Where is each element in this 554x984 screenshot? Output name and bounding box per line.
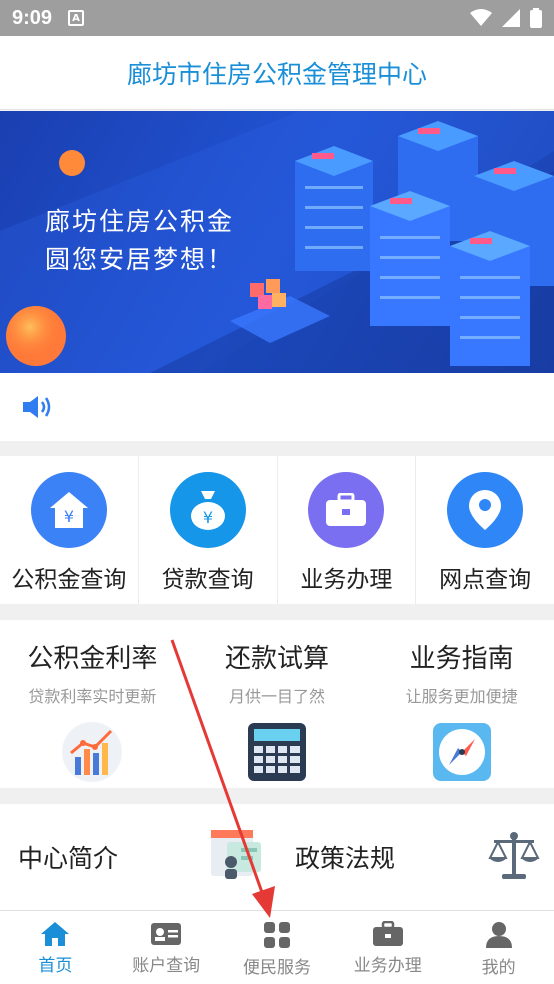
house-yen-icon: ¥ <box>30 472 107 548</box>
home-icon <box>41 922 70 946</box>
quick-label: 贷款查询 <box>161 567 254 593</box>
bottom-tab-bar: 首页 账户查询 便民服务 业务办理 我的 <box>0 910 554 984</box>
info-cards: 中心简介 政策法规 <box>0 804 554 910</box>
feature-rate[interactable]: 公积金利率 贷款利率实时更新 <box>0 620 185 788</box>
feature-repay-calc[interactable]: 还款试算 月供一目了然 <box>185 620 370 788</box>
status-bar: 9:09 A <box>0 0 554 36</box>
briefcase-icon <box>372 921 403 946</box>
chart-icon <box>62 722 123 782</box>
feature-cards: 公积金利率 贷款利率实时更新 还款试算 月供一目了然 业务指南 让服务更加便捷 <box>0 620 554 788</box>
info-title: 中心简介 <box>18 844 119 873</box>
tab-label: 便民服务 <box>242 958 311 978</box>
quick-business[interactable]: 业务办理 <box>278 456 417 604</box>
quick-loan-query[interactable]: ¥ 贷款查询 <box>139 456 278 604</box>
svg-text:¥: ¥ <box>64 507 74 526</box>
tab-mine[interactable]: 我的 <box>443 911 554 984</box>
compass-icon <box>432 723 491 781</box>
signal-icon <box>502 9 520 27</box>
quick-label: 公积金查询 <box>11 567 127 593</box>
tab-label: 账户查询 <box>132 956 201 976</box>
feature-subtitle: 贷款利率实时更新 <box>28 687 157 706</box>
tab-home[interactable]: 首页 <box>0 911 111 984</box>
info-title: 政策法规 <box>295 844 396 873</box>
feature-title: 公积金利率 <box>27 644 158 674</box>
quick-branch-query[interactable]: 网点查询 <box>416 456 554 604</box>
location-pin-icon <box>447 472 524 548</box>
notification-a-icon: A <box>68 10 85 26</box>
tab-business[interactable]: 业务办理 <box>332 911 443 984</box>
tab-convenience[interactable]: 便民服务 <box>222 911 333 984</box>
wifi-icon <box>470 9 492 26</box>
tab-label: 我的 <box>481 958 516 978</box>
calculator-icon <box>248 723 306 781</box>
svg-text:¥: ¥ <box>203 508 213 527</box>
briefcase-icon <box>308 472 385 548</box>
account-card-icon <box>151 923 182 945</box>
grid-icon <box>263 922 290 948</box>
feature-title: 还款试算 <box>225 644 330 674</box>
banner-slogan: 廊坊住房公积金 圆您安居梦想！ <box>45 203 234 279</box>
tab-account-query[interactable]: 账户查询 <box>111 911 222 984</box>
person-icon <box>485 922 512 948</box>
banner-line-2: 圆您安居梦想！ <box>45 245 235 274</box>
info-policies[interactable]: 政策法规 <box>277 804 554 910</box>
speaker-icon <box>23 396 51 418</box>
feature-title: 业务指南 <box>409 644 514 674</box>
notice-bar[interactable] <box>0 373 554 441</box>
tab-label: 首页 <box>38 956 73 976</box>
feature-subtitle: 让服务更加便捷 <box>405 687 518 706</box>
page-title: 廊坊市住房公积金管理中心 <box>126 59 427 89</box>
status-time: 9:09 <box>12 6 53 29</box>
quick-label: 业务办理 <box>300 567 393 593</box>
quick-actions: ¥ 公积金查询 ¥ 贷款查询 业务办理 网点查询 <box>0 456 554 604</box>
quick-label: 网点查询 <box>439 567 532 593</box>
info-center-intro[interactable]: 中心简介 <box>0 804 277 910</box>
feature-guide[interactable]: 业务指南 让服务更加便捷 <box>369 620 554 788</box>
banner[interactable]: 廊坊住房公积金 圆您安居梦想！ <box>0 111 554 373</box>
status-icons <box>470 8 542 28</box>
scales-icon <box>488 832 540 879</box>
app-header: 廊坊市住房公积金管理中心 <box>0 36 554 110</box>
tab-label: 业务办理 <box>353 956 422 976</box>
feature-subtitle: 月供一目了然 <box>229 687 326 706</box>
banner-line-1: 廊坊住房公积金 <box>45 207 235 236</box>
id-card-icon <box>211 830 261 879</box>
quick-fund-query[interactable]: ¥ 公积金查询 <box>0 456 139 604</box>
money-bag-icon: ¥ <box>169 472 246 548</box>
battery-icon <box>530 8 542 28</box>
